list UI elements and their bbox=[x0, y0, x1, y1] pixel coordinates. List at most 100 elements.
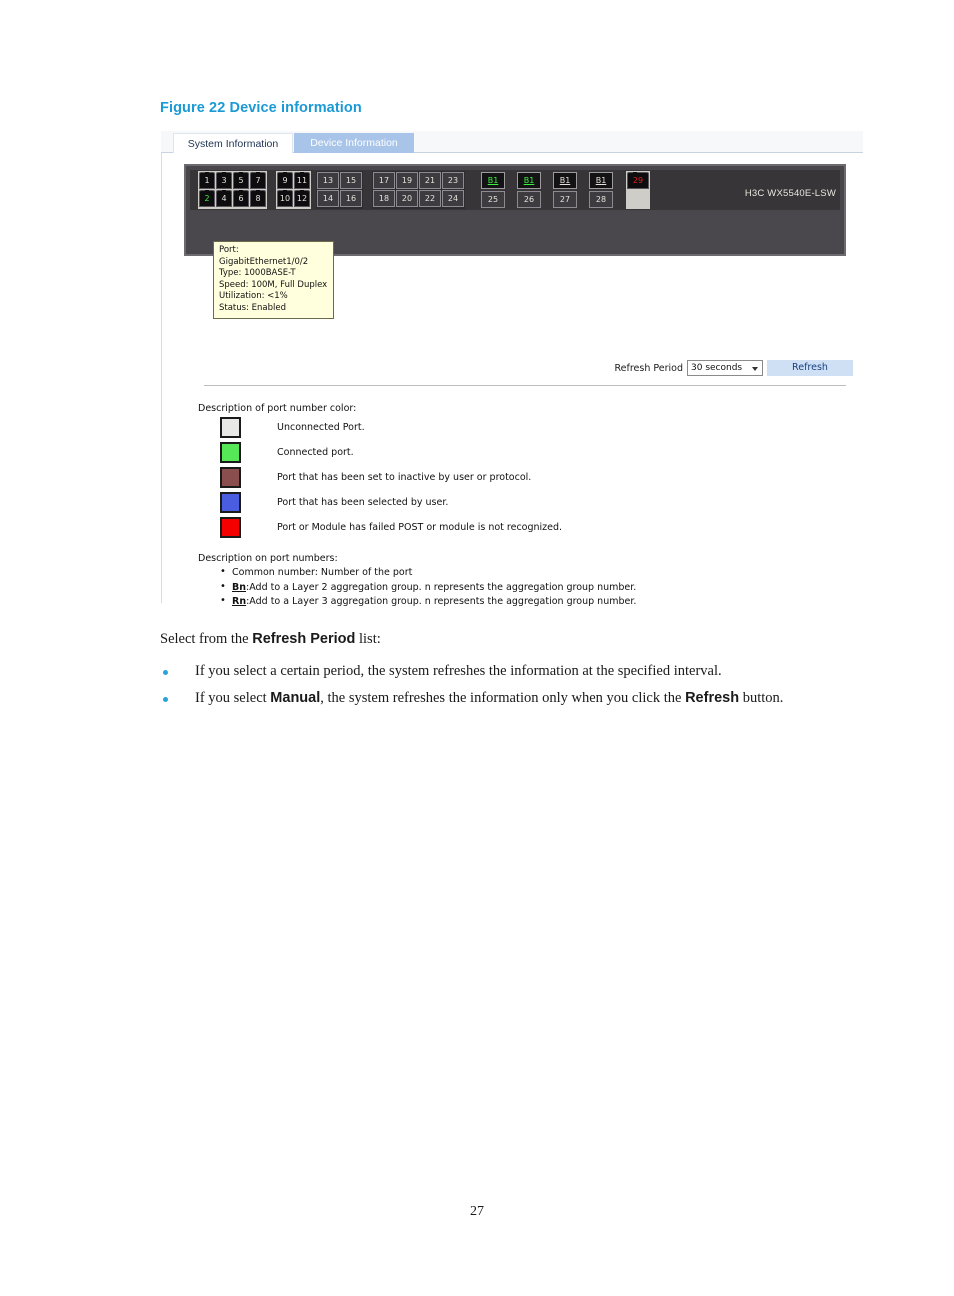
port-11[interactable]: 11 bbox=[294, 172, 310, 189]
port-1[interactable]: 1 bbox=[199, 172, 215, 189]
port-19[interactable]: 19 bbox=[396, 172, 418, 189]
port-group-17-24: 17 19 21 23 18 20 22 24 bbox=[372, 171, 465, 209]
port-5[interactable]: 5 bbox=[233, 172, 249, 189]
device-model-label: H3C WX5540E-LSW bbox=[744, 188, 836, 199]
port-24[interactable]: 24 bbox=[442, 190, 464, 207]
port-numbers-prefix: Bn bbox=[232, 581, 247, 593]
legend-label: Port that has been selected by user. bbox=[277, 497, 449, 508]
tab-bar: System Information Device Information bbox=[161, 131, 863, 153]
tab-device-information[interactable]: Device Information bbox=[294, 133, 414, 153]
port-group-29: 29 bbox=[626, 171, 650, 209]
port-17[interactable]: 17 bbox=[373, 172, 395, 189]
legend-item: Port that has been set to inactive by us… bbox=[198, 465, 562, 490]
port-group-1-8: 1 3 5 7 2 4 6 8 bbox=[198, 171, 267, 209]
port-numbers-list: Common number: Number of the port Bn:Add… bbox=[198, 565, 637, 610]
port-row-top: 29 bbox=[627, 172, 649, 189]
aggregation-port-b1-3[interactable]: B1 bbox=[553, 172, 577, 189]
bullet-text: button. bbox=[739, 690, 784, 706]
figure-caption: Figure 22 Device information bbox=[160, 100, 362, 116]
port-blank bbox=[627, 190, 649, 207]
port-23[interactable]: 23 bbox=[442, 172, 464, 189]
body-bullet: If you select Manual, the system refresh… bbox=[160, 685, 880, 712]
legend-list: Unconnected Port. Connected port. Port t… bbox=[198, 415, 562, 540]
port-8[interactable]: 8 bbox=[250, 190, 266, 207]
port-numbers-text: :Add to a Layer 2 aggregation group. n r… bbox=[246, 581, 637, 593]
divider bbox=[204, 385, 846, 386]
port-26[interactable]: 26 bbox=[517, 191, 541, 208]
port-row-bottom bbox=[627, 190, 649, 207]
body-intro-pre: Select from the bbox=[160, 631, 253, 647]
bullet-text: If you select bbox=[195, 690, 271, 706]
bullet-text: If you select a certain period, the syst… bbox=[195, 663, 722, 679]
port-10[interactable]: 10 bbox=[277, 190, 293, 207]
legend-item: Port that has been selected by user. bbox=[198, 490, 562, 515]
page-number: 27 bbox=[470, 1204, 484, 1219]
port-22[interactable]: 22 bbox=[419, 190, 441, 207]
legend-item: Unconnected Port. bbox=[198, 415, 562, 440]
device-port-strip: 1 3 5 7 2 4 6 8 9 11 10 12 13 15 14 16 1… bbox=[190, 170, 840, 210]
port-6[interactable]: 6 bbox=[233, 190, 249, 207]
port-row-bottom: 18 20 22 24 bbox=[373, 190, 464, 207]
port-21[interactable]: 21 bbox=[419, 172, 441, 189]
port-18[interactable]: 18 bbox=[373, 190, 395, 207]
legend-swatch-unconnected bbox=[220, 417, 241, 438]
port-20[interactable]: 20 bbox=[396, 190, 418, 207]
port-29[interactable]: 29 bbox=[627, 172, 649, 189]
port-row-top: 13 15 bbox=[317, 172, 362, 189]
port-row-bottom: 2 4 6 8 bbox=[199, 190, 266, 207]
body-bullet-list: If you select a certain period, the syst… bbox=[160, 658, 880, 712]
body-bullet: If you select a certain period, the syst… bbox=[160, 658, 880, 685]
legend-swatch-connected bbox=[220, 442, 241, 463]
refresh-period-select[interactable]: 30 seconds bbox=[687, 360, 763, 376]
legend-item: Port or Module has failed POST or module… bbox=[198, 515, 562, 540]
tooltip-line-utilization: Utilization: <1% bbox=[219, 291, 288, 301]
port-row-top: 17 19 21 23 bbox=[373, 172, 464, 189]
bullet-bold-manual: Manual bbox=[270, 690, 321, 706]
port-7[interactable]: 7 bbox=[250, 172, 266, 189]
tooltip-line-speed: Speed: 100M, Full Duplex bbox=[219, 279, 328, 290]
device-information-screenshot: System Information Device Information 1 … bbox=[161, 131, 863, 608]
tooltip-line-type: Type: 1000BASE-T bbox=[219, 268, 296, 278]
bullet-text: , the system refreshes the information o… bbox=[320, 690, 686, 706]
port-3[interactable]: 3 bbox=[216, 172, 232, 189]
port-group-9-12: 9 11 10 12 bbox=[276, 171, 311, 209]
refresh-period-label: Refresh Period bbox=[614, 362, 683, 374]
port-15[interactable]: 15 bbox=[340, 172, 362, 189]
aggregation-port-b1-4[interactable]: B1 bbox=[589, 172, 613, 189]
port-12[interactable]: 12 bbox=[294, 190, 310, 207]
port-row-bottom: 10 12 bbox=[277, 190, 310, 207]
refresh-button[interactable]: Refresh bbox=[767, 360, 853, 376]
aggregation-port-b1-1[interactable]: B1 bbox=[481, 172, 505, 189]
port-28[interactable]: 28 bbox=[589, 191, 613, 208]
port-4[interactable]: 4 bbox=[216, 190, 232, 207]
body-intro-bold: Refresh Period bbox=[252, 631, 356, 647]
port-16[interactable]: 16 bbox=[340, 190, 362, 207]
chevron-down-icon bbox=[752, 367, 758, 371]
body-intro: Select from the Refresh Period list: bbox=[160, 631, 381, 648]
port-tooltip: Port: GigabitEthernet1/0/2 Type: 1000BAS… bbox=[213, 241, 334, 319]
port-row-top: 9 11 bbox=[277, 172, 310, 189]
list-item: Common number: Number of the port bbox=[198, 565, 636, 581]
port-13[interactable]: 13 bbox=[317, 172, 339, 189]
aggregation-port-b1-2[interactable]: B1 bbox=[517, 172, 541, 189]
aggregation-row-top: B1 B1 B1 B1 bbox=[481, 172, 613, 189]
port-14[interactable]: 14 bbox=[317, 190, 339, 207]
port-numbers-text: Common number: Number of the port bbox=[232, 567, 413, 578]
refresh-period-value: 30 seconds bbox=[691, 363, 743, 373]
port-25[interactable]: 25 bbox=[481, 191, 505, 208]
legend-swatch-failed bbox=[220, 517, 241, 538]
tab-content-panel: 1 3 5 7 2 4 6 8 9 11 10 12 13 15 14 16 1… bbox=[161, 153, 863, 608]
legend-label: Port or Module has failed POST or module… bbox=[277, 522, 563, 533]
port-numbers-prefix: Rn bbox=[232, 596, 247, 607]
body-intro-post: list: bbox=[355, 631, 381, 647]
port-27[interactable]: 27 bbox=[553, 191, 577, 208]
port-2[interactable]: 2 bbox=[199, 190, 215, 207]
bullet-bold-refresh: Refresh bbox=[685, 690, 740, 706]
aggregation-row-bottom: 25 26 27 28 bbox=[481, 191, 613, 208]
list-item: Rn:Add to a Layer 3 aggregation group. n… bbox=[198, 594, 637, 610]
tooltip-line-port: Port: GigabitEthernet1/0/2 bbox=[219, 245, 309, 267]
port-numbers-text: :Add to a Layer 3 aggregation group. n r… bbox=[246, 596, 637, 607]
legend-label: Port that has been set to inactive by us… bbox=[277, 472, 532, 483]
tab-system-information[interactable]: System Information bbox=[173, 133, 293, 153]
port-9[interactable]: 9 bbox=[277, 172, 293, 189]
